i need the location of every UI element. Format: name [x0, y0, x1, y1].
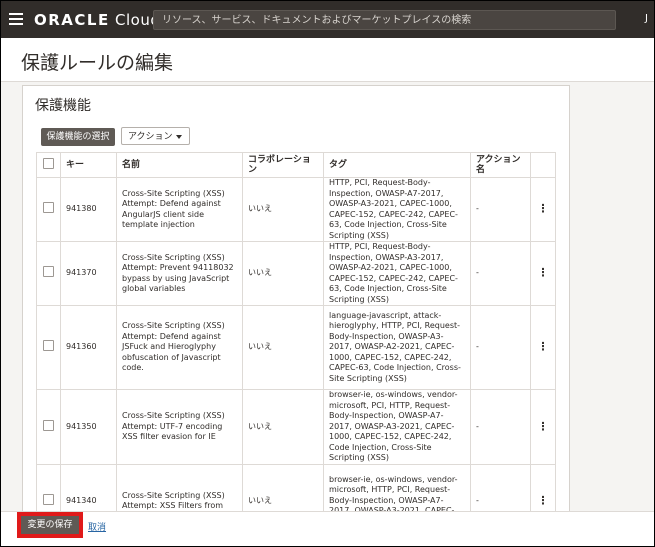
save-changes-button[interactable]: 変更の保存	[17, 512, 83, 538]
select-all-checkbox[interactable]	[36, 152, 61, 178]
cell-action-name: -	[470, 463, 531, 512]
cell-action-name: -	[470, 389, 531, 465]
table-row: 941350 Cross-Site Scripting (XSS) Attemp…	[36, 389, 556, 465]
cell-name: Cross-Site Scripting (XSS) Attempt: Defe…	[116, 177, 243, 242]
row-checkbox[interactable]	[36, 463, 61, 512]
row-checkbox[interactable]	[36, 177, 61, 242]
column-header-name[interactable]: 名前	[116, 152, 243, 178]
cell-action-name: -	[470, 305, 531, 390]
row-actions-kebab-icon[interactable]: ⋮	[530, 177, 556, 242]
column-header-collaboration[interactable]: コラボレーション	[242, 152, 324, 178]
cell-collaboration: いいえ	[242, 463, 324, 512]
actions-dropdown-label: アクション	[128, 132, 173, 142]
protection-capabilities-panel: 保護機能 保護機能の選択 アクション キー 名前 コラボレーション タグ アクシ…	[22, 85, 570, 513]
table-header-row: キー 名前 コラボレーション タグ アクション名	[36, 152, 556, 178]
cell-key: 941360	[60, 305, 117, 390]
oracle-cloud-logo[interactable]: ORACLE Cloud	[34, 11, 160, 29]
cell-collaboration: いいえ	[242, 305, 324, 390]
actions-dropdown[interactable]: アクション	[121, 127, 190, 145]
row-actions-kebab-icon[interactable]: ⋮	[530, 241, 556, 306]
logo-brand: ORACLE	[34, 11, 110, 29]
cell-key: 941370	[60, 241, 117, 306]
cell-key: 941380	[60, 177, 117, 242]
cell-tags: browser-ie, os-windows, vendor-microsoft…	[323, 389, 471, 465]
row-checkbox[interactable]	[36, 241, 61, 306]
cancel-link[interactable]: 取消	[88, 520, 106, 533]
select-capabilities-button[interactable]: 保護機能の選択	[41, 128, 115, 146]
cell-collaboration: いいえ	[242, 177, 324, 242]
cell-key: 941350	[60, 389, 117, 465]
cell-tags: HTTP, PCI, Request-Body-Inspection, OWAS…	[323, 241, 471, 306]
search-input[interactable]: リソース、サービス、ドキュメントおよびマーケットプレイスの検索	[153, 10, 616, 30]
page-title: 保護ルールの編集	[21, 52, 174, 74]
cell-tags: language-javascript, attack-hieroglyphy,…	[323, 305, 471, 390]
table-row: 941370 Cross-Site Scripting (XSS) Attemp…	[36, 241, 556, 306]
cell-name: Cross-Site Scripting (XSS) Attempt: Defe…	[116, 305, 243, 390]
cell-tags: browser-ie, os-windows, vendor-microsoft…	[323, 463, 471, 512]
column-header-row-actions	[530, 152, 556, 178]
column-header-action-name[interactable]: アクション名	[470, 152, 531, 178]
table-row: 941340 Cross-Site Scripting (XSS) Attemp…	[36, 463, 556, 512]
row-checkbox[interactable]	[36, 305, 61, 390]
table-row: 941380 Cross-Site Scripting (XSS) Attemp…	[36, 177, 556, 242]
cell-name: Cross-Site Scripting (XSS) Attempt: UTF-…	[116, 389, 243, 465]
cell-action-name: -	[470, 177, 531, 242]
table-row: 941360 Cross-Site Scripting (XSS) Attemp…	[36, 305, 556, 390]
user-avatar[interactable]: J	[645, 13, 648, 24]
hamburger-menu-icon[interactable]	[9, 13, 23, 25]
chevron-down-icon	[176, 135, 182, 139]
app-frame: ORACLE Cloud リソース、サービス、ドキュメントおよびマーケットプレイ…	[0, 0, 655, 547]
cell-collaboration: いいえ	[242, 389, 324, 465]
row-checkbox[interactable]	[36, 389, 61, 465]
row-actions-kebab-icon[interactable]: ⋮	[530, 463, 556, 512]
cell-key: 941340	[60, 463, 117, 512]
row-actions-kebab-icon[interactable]: ⋮	[530, 305, 556, 390]
panel-title: 保護機能	[35, 98, 91, 114]
cell-action-name: -	[470, 241, 531, 306]
cell-collaboration: いいえ	[242, 241, 324, 306]
row-actions-kebab-icon[interactable]: ⋮	[530, 389, 556, 465]
cell-tags: HTTP, PCI, Request-Body-Inspection, OWAS…	[323, 177, 471, 242]
column-header-tags[interactable]: タグ	[323, 152, 471, 178]
cell-name: Cross-Site Scripting (XSS) Attempt: XSS …	[116, 463, 243, 512]
capabilities-table: キー 名前 コラボレーション タグ アクション名 941380 Cross-Si…	[36, 152, 556, 512]
top-navigation-bar: ORACLE Cloud リソース、サービス、ドキュメントおよびマーケットプレイ…	[1, 1, 654, 38]
column-header-key[interactable]: キー	[60, 152, 117, 178]
cell-name: Cross-Site Scripting (XSS) Attempt: Prev…	[116, 241, 243, 306]
